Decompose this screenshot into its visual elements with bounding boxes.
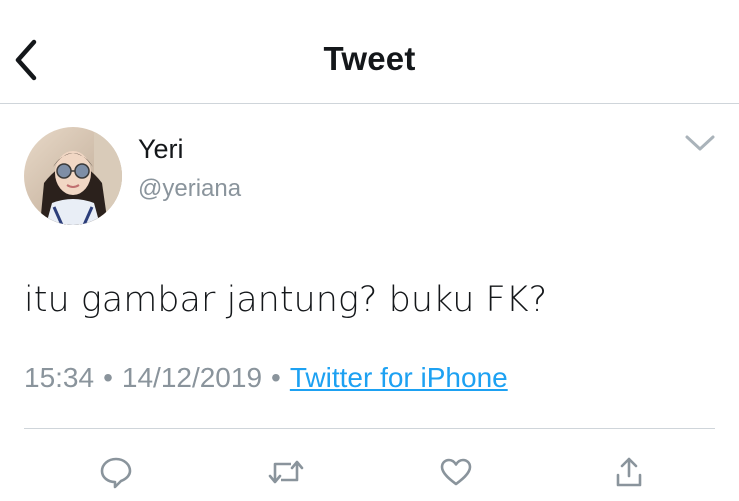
chevron-down-icon (685, 135, 715, 151)
tweet-time: 15:34 (24, 362, 95, 393)
author-handle[interactable]: @yeriana (138, 175, 241, 203)
tweet-meta: 15:34 • 14/12/2019 • Twitter for iPhone (24, 360, 508, 396)
retweet-icon (268, 460, 304, 484)
tweet-options-button[interactable] (680, 128, 720, 158)
tweet-detail-screen: Tweet Yeri @yeriana itu gambar jantung? … (0, 0, 739, 501)
share-icon (616, 457, 642, 487)
avatar-photo (24, 127, 122, 225)
avatar[interactable] (24, 127, 122, 225)
retweet-button[interactable] (266, 452, 306, 492)
page-title: Tweet (323, 40, 416, 77)
divider (24, 428, 715, 429)
author-name[interactable]: Yeri (138, 134, 184, 165)
like-button[interactable] (436, 452, 476, 492)
tweet-text: itu gambar jantung? buku FK? (24, 280, 548, 320)
reply-button[interactable] (96, 452, 136, 492)
tweet-source-link[interactable]: Twitter for iPhone (290, 362, 508, 394)
tweet-date: 14/12/2019 (121, 362, 263, 393)
like-icon (440, 458, 472, 486)
meta-separator: • (103, 362, 113, 393)
nav-header: Tweet (0, 0, 739, 104)
share-button[interactable] (609, 452, 649, 492)
meta-separator: • (271, 362, 281, 393)
reply-icon (100, 457, 132, 489)
